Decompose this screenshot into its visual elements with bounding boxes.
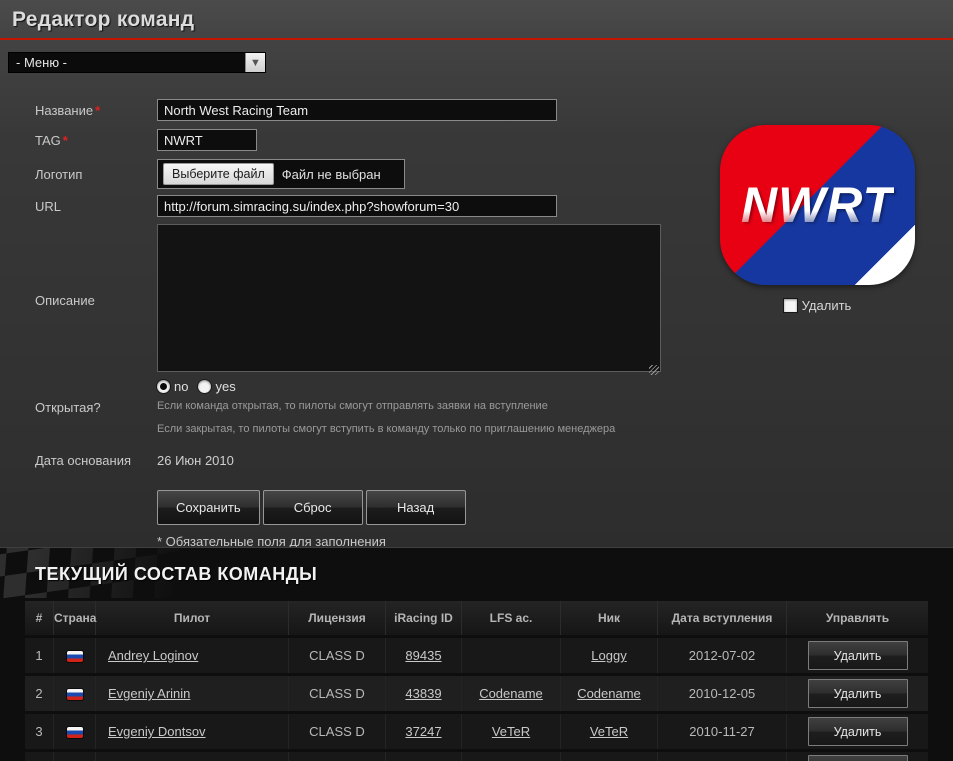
table-row: 2 Evgeniy Arinin CLASS D 43839 Codename … [25,676,928,711]
description-resize-handle[interactable] [157,224,661,377]
license-value: CLASS D [288,714,385,749]
pilot-link[interactable]: Andrey Loginov [108,648,198,663]
menu-row: - Меню - ▼ [0,40,953,73]
save-button[interactable]: Сохранить [157,490,260,525]
name-row: Название* [35,99,953,121]
open-help-2: Если закрытая, то пилоты смогут вступить… [157,421,615,437]
col-pilot: Пилот [95,601,288,635]
iracing-id-link[interactable]: 89435 [405,648,441,663]
chevron-down-icon: ▼ [245,53,265,72]
radio-yes-label: yes [215,379,235,394]
delete-logo-label: Удалить [802,298,852,313]
col-license: Лицензия [288,601,385,635]
reset-button[interactable]: Сброс [263,490,363,525]
row-num: 3 [25,714,53,749]
description-input[interactable] [157,224,661,372]
pilot-link[interactable]: Evgeniy Arinin [108,686,190,701]
choose-file-button[interactable]: Выберите файл [163,163,274,185]
team-editor-page: { "page": { "title": "Редактор команд", … [0,0,953,761]
url-label: URL [35,199,61,214]
team-logo-text: NWRT [741,176,894,234]
table-row: 3 Evgeniy Dontsov CLASS D 37247 VeTeR Ve… [25,714,928,749]
name-label: Название [35,103,93,118]
iracing-id-link[interactable]: 43839 [405,686,441,701]
remove-member-button[interactable]: Удалить [808,641,908,670]
col-lfs: LFS ac. [461,601,560,635]
logo-preview-column: NWRT Удалить [720,125,915,313]
table-row-partial: Удалить [25,752,928,761]
col-nick: Ник [560,601,657,635]
radio-yes[interactable] [198,380,211,393]
ru-flag-icon [67,727,83,738]
delete-logo-line: Удалить [720,298,915,313]
row-num: 1 [25,638,53,673]
radio-no[interactable] [157,380,170,393]
license-value: CLASS D [288,676,385,711]
col-num: # [25,601,53,635]
menu-select[interactable]: - Меню - ▼ [8,52,266,73]
url-input[interactable] [157,195,557,217]
tag-input[interactable] [157,129,257,151]
founded-row: Дата основания 26 Июн 2010 [35,449,953,468]
form-buttons: Сохранить Сброс Назад [157,490,953,525]
delete-logo-checkbox[interactable] [784,299,797,312]
remove-member-button[interactable]: Удалить [808,755,908,761]
nick-link[interactable]: Loggy [591,648,626,663]
logo-label: Логотип [35,167,82,182]
col-country: Страна [53,601,95,635]
lfs-link[interactable]: Codename [479,686,543,701]
tag-label: TAG [35,133,61,148]
back-button[interactable]: Назад [366,490,466,525]
iracing-id-link[interactable]: 37247 [405,724,441,739]
open-row: Открытая? no yes Если команда открытая, … [35,379,953,437]
roster-header-row: # Страна Пилот Лицензия iRacing ID LFS a… [25,601,928,635]
license-value: CLASS D [288,638,385,673]
roster-table: # Страна Пилот Лицензия iRacing ID LFS a… [25,598,928,761]
name-input[interactable] [157,99,557,121]
logo-file-input[interactable]: Выберите файл Файл не выбран [157,159,405,189]
ru-flag-icon [67,651,83,662]
pilot-link[interactable]: Evgeniy Dontsov [108,724,206,739]
open-help-1: Если команда открытая, то пилоты смогут … [157,398,615,414]
page-title: Редактор команд [12,8,941,32]
page-header: Редактор команд [0,0,953,40]
open-radio-group: no yes [157,379,615,394]
col-manage: Управлять [786,601,928,635]
row-num: 2 [25,676,53,711]
founded-label: Дата основания [35,453,131,468]
founded-value: 26 Июн 2010 [157,449,234,468]
roster-section: ТЕКУЩИЙ СОСТАВ КОМАНДЫ # Страна Пилот Ли… [0,547,953,761]
open-label: Открытая? [35,400,101,415]
table-row: 1 Andrey Loginov CLASS D 89435 Loggy 201… [25,638,928,673]
required-mark: * [95,103,100,118]
nick-link[interactable]: Codename [577,686,641,701]
roster-title-band: ТЕКУЩИЙ СОСТАВ КОМАНДЫ [0,548,953,598]
radio-no-label: no [174,379,188,394]
file-status: Файл не выбран [282,167,381,182]
lfs-link[interactable]: VeTeR [492,724,530,739]
ru-flag-icon [67,689,83,700]
description-label: Описание [35,293,95,308]
roster-title: ТЕКУЩИЙ СОСТАВ КОМАНДЫ [0,548,953,598]
remove-member-button[interactable]: Удалить [808,679,908,708]
remove-member-button[interactable]: Удалить [808,717,908,746]
nick-link[interactable]: VeTeR [590,724,628,739]
joined-date: 2010-11-27 [657,714,786,749]
col-iracing-id: iRacing ID [385,601,461,635]
joined-date: 2010-12-05 [657,676,786,711]
menu-select-value: - Меню - [9,53,245,72]
team-logo-image: NWRT [720,125,915,285]
required-mark: * [63,133,68,148]
col-joined: Дата вступления [657,601,786,635]
joined-date: 2012-07-02 [657,638,786,673]
